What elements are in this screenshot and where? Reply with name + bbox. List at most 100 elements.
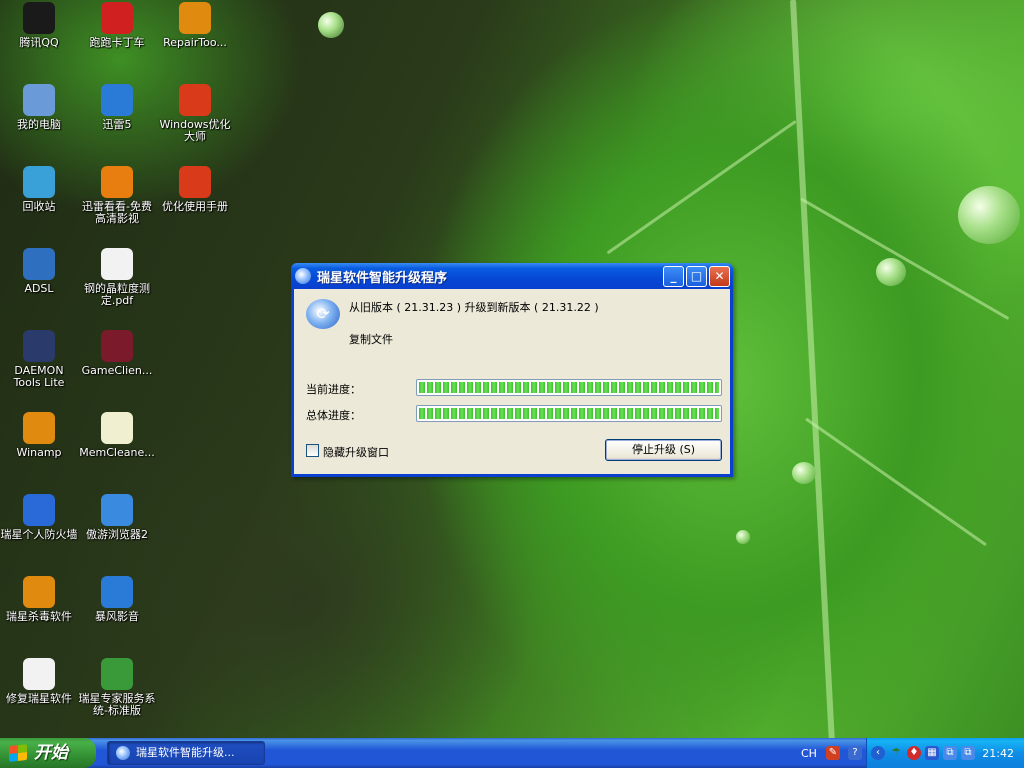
desktop-icon[interactable]: MemCleane... <box>78 412 156 459</box>
desktop-icon-label: 傲游浏览器2 <box>86 528 148 541</box>
dialog-titlebar[interactable]: 瑞星软件智能升级程序 _ □ ✕ <box>291 263 733 289</box>
desktop-icon[interactable]: 迅雷看看-免费高清影视 <box>78 166 156 225</box>
rising-shield-icon[interactable]: ♦ <box>907 746 921 760</box>
desktop-icon[interactable]: RepairToo... <box>156 2 234 49</box>
desktop-icon-label: 跑跑卡丁车 <box>89 36 145 49</box>
desktop-icon[interactable]: 瑞星杀毒软件 <box>0 576 78 623</box>
total-progress-bar <box>416 405 722 422</box>
desktop-icon[interactable]: Winamp <box>0 412 78 459</box>
firewall-icon <box>23 494 55 526</box>
total-progress-fill <box>419 408 719 419</box>
desktop-icon[interactable]: 瑞星专家服务系统-标准版 <box>78 658 156 717</box>
desktop-icon-label: 回收站 <box>22 200 56 213</box>
current-progress-bar <box>416 379 722 396</box>
desktop-icon[interactable]: DAEMON Tools Lite <box>0 330 78 389</box>
network-tray-icon[interactable]: ⧉ <box>943 746 957 760</box>
water-drop <box>736 530 750 544</box>
desktop-icon[interactable]: GameClien... <box>78 330 156 377</box>
desktop-icon[interactable]: 瑞星个人防火墙 <box>0 494 78 541</box>
umbrella-icon[interactable]: ☂ <box>889 746 903 760</box>
desktop-icon[interactable]: 傲游浏览器2 <box>78 494 156 541</box>
desktop-icon-label: MemCleane... <box>79 446 155 459</box>
daemon-tools-icon <box>23 330 55 362</box>
app-icon <box>295 268 311 284</box>
water-drop <box>958 186 1020 244</box>
minimize-button[interactable]: _ <box>663 265 684 287</box>
desktop-icon-label: 修复瑞星软件 <box>6 692 72 705</box>
desktop-icon[interactable]: 迅雷5 <box>78 84 156 131</box>
hide-window-label[interactable]: 隐藏升级窗口 <box>323 444 389 460</box>
repair-file-icon <box>23 658 55 690</box>
dialog-title: 瑞星软件智能升级程序 <box>317 270 448 286</box>
windows-optimizer-icon <box>179 84 211 116</box>
desktop-icon-label: 迅雷看看-免费高清影视 <box>82 200 152 225</box>
expert-service-icon <box>101 658 133 690</box>
desktop-icon[interactable]: 优化使用手册 <box>156 166 234 213</box>
desktop-icon-label: 暴风影音 <box>95 610 139 623</box>
desktop-icon[interactable]: Windows优化大师 <box>156 84 234 143</box>
help-icon[interactable]: ? <box>848 746 862 760</box>
xunlei-kankan-icon <box>101 166 133 198</box>
desktop-icon[interactable]: 回收站 <box>0 166 78 213</box>
recycle-bin-icon <box>23 166 55 198</box>
network-icon <box>23 248 55 280</box>
leaf-vein <box>606 120 797 255</box>
start-button[interactable]: 开始 <box>0 738 96 768</box>
status-text: 复制文件 <box>349 333 393 346</box>
firewall-tray-icon[interactable]: ▦ <box>925 746 939 760</box>
desktop-icon-label: 钢的晶粒度测定.pdf <box>84 282 150 307</box>
desktop-icon[interactable]: 钢的晶粒度测定.pdf <box>78 248 156 307</box>
dialog-body: ⟳ 从旧版本 ( 21.31.23 ) 升级到新版本 ( 21.31.22 ) … <box>294 289 730 474</box>
input-method-icon[interactable]: ✎ <box>826 746 840 760</box>
desktop-icon[interactable]: 我的电脑 <box>0 84 78 131</box>
taskbar-item-upgrade[interactable]: 瑞星软件智能升级... <box>107 741 265 765</box>
total-progress-label: 总体进度： <box>306 409 361 422</box>
stop-upgrade-button[interactable]: 停止升级 (S) <box>605 439 722 461</box>
winamp-icon <box>23 412 55 444</box>
desktop-icon-label: GameClien... <box>81 364 153 377</box>
desktop-icon-label: 我的电脑 <box>17 118 61 131</box>
close-button[interactable]: ✕ <box>709 265 730 287</box>
taskbar-item-label: 瑞星软件智能升级... <box>136 746 235 759</box>
rising-antivirus-icon <box>23 576 55 608</box>
rising-lion-shield-icon <box>179 2 211 34</box>
desktop-icon-label: DAEMON Tools Lite <box>13 364 65 389</box>
manual-icon <box>179 166 211 198</box>
desktop-icon[interactable]: 修复瑞星软件 <box>0 658 78 705</box>
current-progress-label: 当前进度： <box>306 383 361 396</box>
water-drop <box>876 258 906 286</box>
network-tray-icon-2[interactable]: ⧉ <box>961 746 975 760</box>
pdf-file-icon <box>101 248 133 280</box>
desktop-icon-label: 优化使用手册 <box>162 200 228 213</box>
leaf-vein <box>790 0 836 759</box>
system-tray: ‹ ☂ ♦ ▦ ⧉ ⧉ 21:42 <box>866 738 1024 768</box>
show-hidden-icon[interactable]: ‹ <box>871 746 885 760</box>
thunder-icon <box>101 84 133 116</box>
desktop-icon[interactable]: ADSL <box>0 248 78 295</box>
clock[interactable]: 21:42 <box>982 747 1014 760</box>
desktop-icon[interactable]: 腾讯QQ <box>0 2 78 49</box>
desktop-icon-label: 迅雷5 <box>102 118 132 131</box>
desktop-icon-label: Winamp <box>16 446 62 459</box>
language-indicator[interactable]: CH <box>801 747 817 760</box>
desktop-icon[interactable]: 暴风影音 <box>78 576 156 623</box>
desktop-icon-label: RepairToo... <box>163 36 227 49</box>
water-drop <box>792 462 816 484</box>
storm-player-icon <box>101 576 133 608</box>
my-computer-icon <box>23 84 55 116</box>
current-progress-fill <box>419 382 719 393</box>
desktop-icon-label: 腾讯QQ <box>19 36 59 49</box>
leaf-vein <box>805 417 987 547</box>
desktop-icon[interactable]: 跑跑卡丁车 <box>78 2 156 49</box>
version-text: 从旧版本 ( 21.31.23 ) 升级到新版本 ( 21.31.22 ) <box>349 301 599 314</box>
maxthon-browser-icon <box>101 494 133 526</box>
desktop-icon-label: ADSL <box>24 282 54 295</box>
mem-cleaner-icon <box>101 412 133 444</box>
maximize-button[interactable]: □ <box>686 265 707 287</box>
upgrade-dialog: 瑞星软件智能升级程序 _ □ ✕ ⟳ 从旧版本 ( 21.31.23 ) 升级到… <box>291 263 733 477</box>
water-drop <box>318 12 344 38</box>
game-client-icon <box>101 330 133 362</box>
desktop-icon-label: 瑞星专家服务系统-标准版 <box>78 692 156 717</box>
desktop-icon-label: 瑞星杀毒软件 <box>6 610 72 623</box>
hide-window-checkbox[interactable] <box>306 444 319 457</box>
